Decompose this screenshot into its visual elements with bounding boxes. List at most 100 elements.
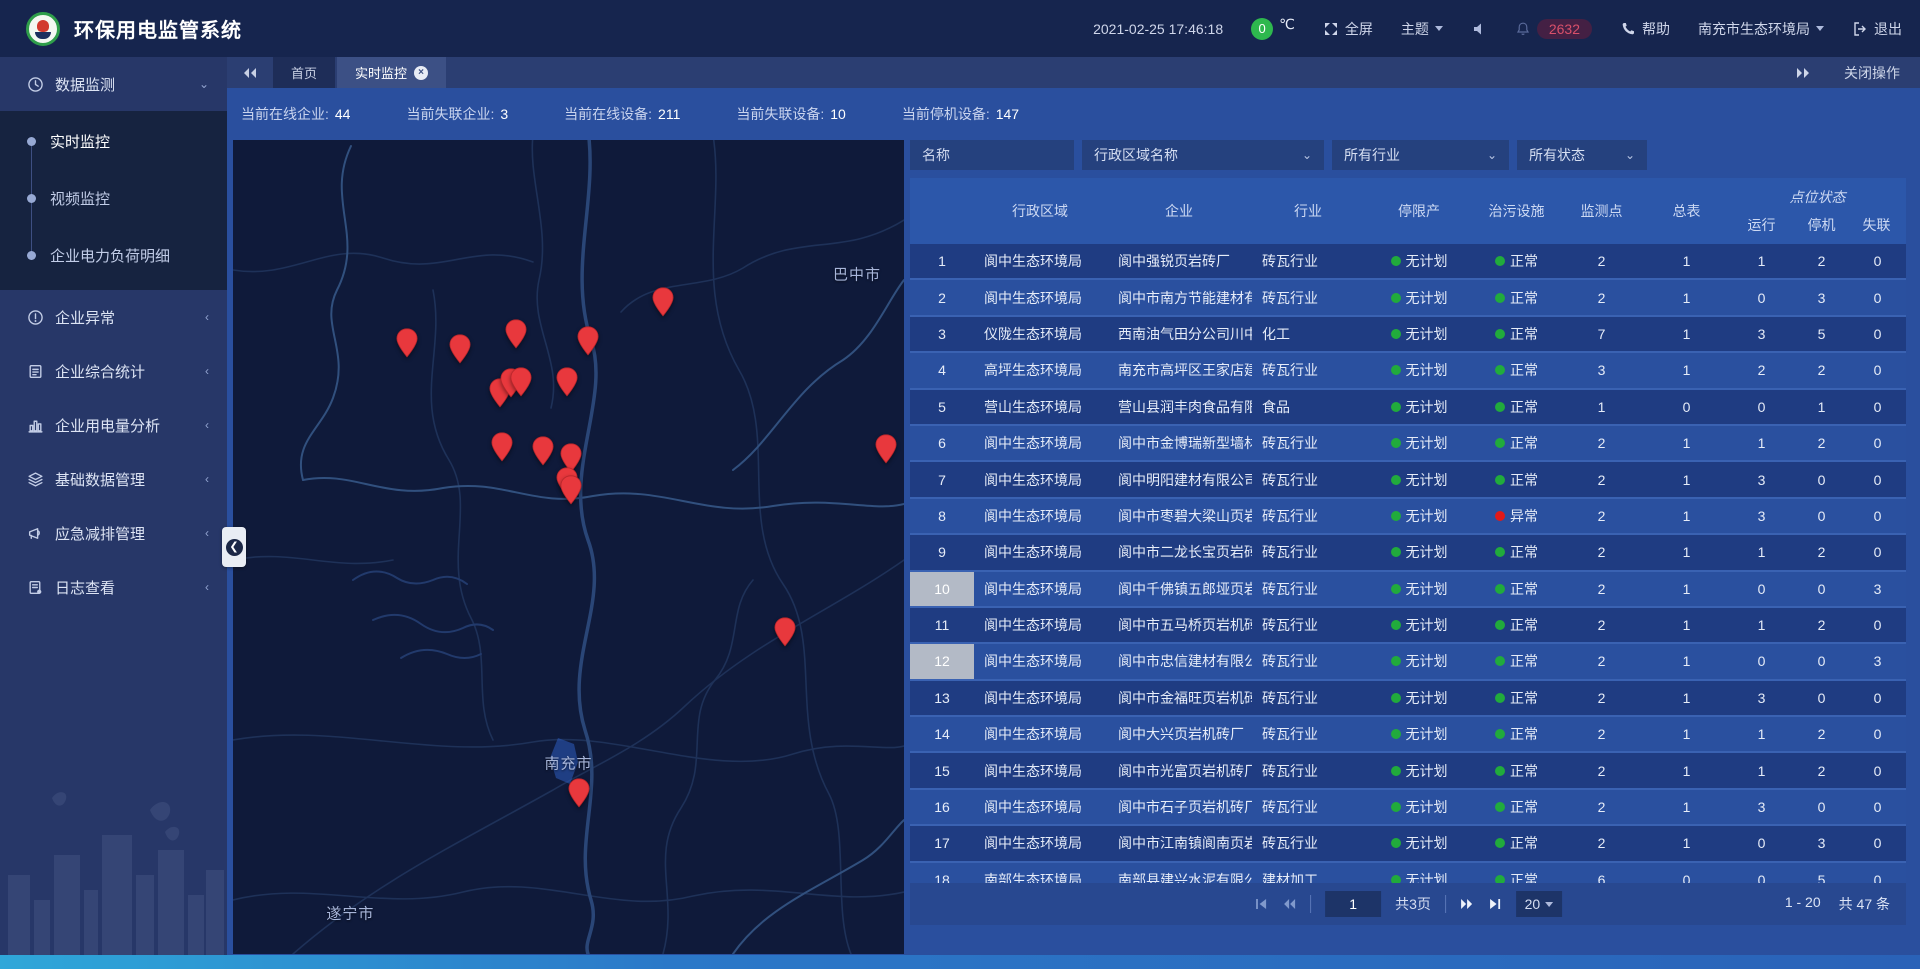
- lost-count-cell: 0: [1849, 290, 1906, 306]
- page-number-input[interactable]: [1325, 891, 1381, 917]
- map-pin[interactable]: [510, 367, 532, 397]
- facility-status-cell: 正常: [1474, 360, 1559, 380]
- prev-page-button[interactable]: [1282, 897, 1296, 911]
- sidebar-subitem[interactable]: 企业电力负荷明细: [0, 227, 227, 284]
- table-row[interactable]: 6阆中生态环境局阆中市金博瑞新型墙材砖瓦行业无计划正常21120: [910, 426, 1906, 462]
- map-pin[interactable]: [875, 434, 897, 464]
- table-row[interactable]: 7阆中生态环境局阆中明阳建材有限公司砖瓦行业无计划正常21300: [910, 462, 1906, 498]
- status-dot: [1391, 475, 1401, 485]
- stopped-count-cell: 0: [1794, 653, 1849, 669]
- help-button[interactable]: 帮助: [1620, 19, 1670, 39]
- region-cell: 阆中生态环境局: [974, 542, 1106, 562]
- org-dropdown[interactable]: 南充市生态环境局: [1698, 19, 1824, 39]
- sidebar-group[interactable]: 企业综合统计‹: [0, 344, 227, 398]
- sidebar-group[interactable]: 企业用电量分析‹: [0, 398, 227, 452]
- column-header: 监测点: [1559, 201, 1644, 221]
- column-subheader: 失联: [1849, 215, 1904, 235]
- table-row[interactable]: 17阆中生态环境局阆中市江南镇阆南页岩砖瓦行业无计划正常21030: [910, 826, 1906, 862]
- theme-dropdown[interactable]: 主题: [1401, 19, 1443, 39]
- lost-count-cell: 0: [1849, 835, 1906, 851]
- industry-cell: 化工: [1252, 324, 1364, 344]
- table-row[interactable]: 3仪陇生态环境局西南油气田分公司川中化工无计划正常71350: [910, 317, 1906, 353]
- map-pin[interactable]: [560, 475, 582, 505]
- table-row[interactable]: 8阆中生态环境局阆中市枣碧大梁山页岩砖瓦行业无计划异常21300: [910, 499, 1906, 535]
- speaker-icon[interactable]: [1471, 21, 1487, 37]
- table-row[interactable]: 1阆中生态环境局阆中强锐页岩砖厂砖瓦行业无计划正常21120: [910, 244, 1906, 280]
- sidebar-group[interactable]: 应急减排管理‹: [0, 506, 227, 560]
- facility-status-label: 正常: [1510, 251, 1538, 271]
- total-meters-cell: 1: [1644, 326, 1729, 342]
- tabs-scroll-left-button[interactable]: [227, 57, 273, 88]
- table-row[interactable]: 15阆中生态环境局阆中市光富页岩机砖厂砖瓦行业无计划正常21120: [910, 753, 1906, 789]
- sidebar-subitem-label: 企业电力负荷明细: [50, 245, 170, 266]
- sidebar-group[interactable]: 基础数据管理‹: [0, 452, 227, 506]
- map-pin[interactable]: [491, 432, 513, 462]
- chevron-down-icon: ⌄: [1290, 148, 1312, 162]
- table-row[interactable]: 2阆中生态环境局阆中市南方节能建材有砖瓦行业无计划正常21030: [910, 280, 1906, 316]
- logout-button[interactable]: 退出: [1852, 19, 1902, 39]
- status-filter-select[interactable]: 所有状态 ⌄: [1517, 140, 1647, 170]
- table-row[interactable]: 18南部生态环境局南部县建兴水泥有限公建材加工无计划正常60050: [910, 863, 1906, 883]
- status-dot: [1495, 329, 1505, 339]
- region-filter-select[interactable]: 行政区域名称 ⌄: [1082, 140, 1324, 170]
- tabs-scroll-right-button[interactable]: [1796, 67, 1810, 79]
- map-pin[interactable]: [556, 367, 578, 397]
- map-pin[interactable]: [449, 334, 471, 364]
- map-pin[interactable]: [652, 287, 674, 317]
- table-row[interactable]: 12阆中生态环境局阆中市忠信建材有限公砖瓦行业无计划正常21003: [910, 644, 1906, 680]
- map-pin[interactable]: [532, 436, 554, 466]
- name-search-input[interactable]: [922, 147, 1062, 163]
- table-row[interactable]: 9阆中生态环境局阆中市二龙长宝页岩砖砖瓦行业无计划正常21120: [910, 535, 1906, 571]
- sidebar-collapse-button[interactable]: ❮: [222, 527, 246, 567]
- sidebar-subitem[interactable]: 实时监控: [0, 113, 227, 170]
- halt-status-label: 无计划: [1406, 288, 1448, 308]
- table-row[interactable]: 10阆中生态环境局阆中千佛镇五郎垭页岩砖瓦行业无计划正常21003: [910, 572, 1906, 608]
- stopped-count-cell: 0: [1794, 799, 1849, 815]
- lost-count-cell: 3: [1849, 653, 1906, 669]
- stopped-count-cell: 2: [1794, 253, 1849, 269]
- first-page-button[interactable]: [1254, 897, 1268, 911]
- stopped-count-cell: 2: [1794, 726, 1849, 742]
- stopped-count-cell: 0: [1794, 581, 1849, 597]
- status-dot: [1495, 438, 1505, 448]
- sidebar-group[interactable]: 企业异常‹: [0, 290, 227, 344]
- region-cell: 高坪生态环境局: [974, 360, 1106, 380]
- tab-realtime-monitor[interactable]: 实时监控 ×: [337, 57, 446, 88]
- industry-cell: 砖瓦行业: [1252, 542, 1364, 562]
- map-pin[interactable]: [577, 326, 599, 356]
- table-row[interactable]: 16阆中生态环境局阆中市石子页岩机砖厂砖瓦行业无计划正常21300: [910, 790, 1906, 826]
- table-row[interactable]: 5营山生态环境局营山县润丰肉食品有限食品无计划正常10010: [910, 390, 1906, 426]
- stopped-count-cell: 3: [1794, 835, 1849, 851]
- table-row[interactable]: 14阆中生态环境局阆中大兴页岩机砖厂砖瓦行业无计划正常21120: [910, 717, 1906, 753]
- map-pin[interactable]: [568, 778, 590, 808]
- table-row[interactable]: 4高坪生态环境局南充市高坪区王家店建砖瓦行业无计划正常31220: [910, 353, 1906, 389]
- name-filter-input[interactable]: [910, 140, 1074, 170]
- lost-count-cell: 0: [1849, 690, 1906, 706]
- column-header: 停限产: [1364, 201, 1474, 221]
- industry-filter-select[interactable]: 所有行业 ⌄: [1332, 140, 1509, 170]
- map-pin[interactable]: [774, 617, 796, 647]
- chevron-left-icon: ‹: [205, 526, 209, 540]
- tab-home[interactable]: 首页: [273, 57, 335, 88]
- sidebar-subitem[interactable]: 视频监控: [0, 170, 227, 227]
- fullscreen-button[interactable]: 全屏: [1323, 19, 1373, 39]
- sidebar-group[interactable]: 日志查看‹: [0, 560, 227, 614]
- map-pin[interactable]: [505, 319, 527, 349]
- table-row[interactable]: 11阆中生态环境局阆中市五马桥页岩机砖砖瓦行业无计划正常21120: [910, 608, 1906, 644]
- facility-status-label: 正常: [1510, 870, 1538, 883]
- map-panel[interactable]: 巴中市南充市遂宁市: [233, 140, 904, 954]
- sidebar-group[interactable]: 数据监测⌄: [0, 57, 227, 111]
- lost-count-cell: 0: [1849, 435, 1906, 451]
- region-cell: 阆中生态环境局: [974, 470, 1106, 490]
- map-pin[interactable]: [396, 328, 418, 358]
- status-dot: [1391, 693, 1401, 703]
- stats-icon: [27, 363, 44, 380]
- status-dot: [1391, 293, 1401, 303]
- last-page-button[interactable]: [1488, 897, 1502, 911]
- close-operations-button[interactable]: 关闭操作: [1844, 63, 1900, 83]
- next-page-button[interactable]: [1460, 897, 1474, 911]
- notification-bell[interactable]: 2632: [1515, 19, 1592, 39]
- page-size-select[interactable]: 20: [1516, 891, 1562, 917]
- table-row[interactable]: 13阆中生态环境局阆中市金福旺页岩机砖砖瓦行业无计划正常21300: [910, 681, 1906, 717]
- tab-close-icon[interactable]: ×: [414, 66, 428, 80]
